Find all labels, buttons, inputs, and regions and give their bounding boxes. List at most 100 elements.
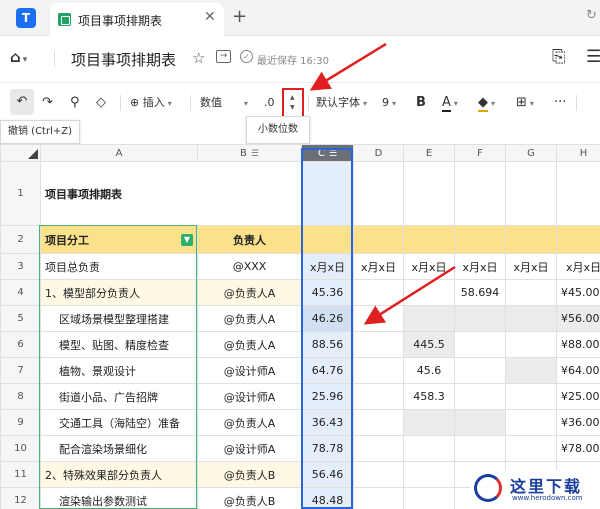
cell-b[interactable]: @负责人A (197, 331, 302, 358)
row-number[interactable]: 12 (0, 487, 41, 509)
close-tab-icon[interactable]: ✕ (204, 9, 216, 25)
decrease-decimal-icon[interactable]: ▼ (290, 104, 295, 111)
column-header-g[interactable]: G (505, 144, 557, 162)
cell-b[interactable]: @负责人A (197, 279, 302, 306)
column-menu-icon[interactable]: ☰ (329, 149, 337, 159)
cell[interactable] (301, 225, 354, 254)
cell[interactable] (353, 383, 404, 410)
font-family-select[interactable]: 默认字体 ▾ (316, 93, 367, 113)
row-number[interactable]: 8 (0, 383, 41, 410)
cell[interactable] (353, 305, 404, 332)
menu-icon[interactable]: ☰ (586, 47, 600, 67)
date-cell[interactable]: x月x日 (505, 253, 557, 280)
cell[interactable] (403, 225, 455, 254)
star-icon[interactable]: ☆ (192, 49, 205, 67)
decimal-places-label[interactable]: .0 (264, 93, 275, 113)
cell[interactable] (403, 409, 455, 436)
cell-b[interactable]: @XXX (197, 253, 302, 280)
cell-a[interactable]: 植物、景观设计 (40, 357, 198, 384)
cell[interactable] (454, 305, 506, 332)
decimal-places-stepper[interactable]: ▲ ▼ (282, 88, 304, 118)
cell[interactable] (556, 161, 600, 226)
text-color-button[interactable]: A ▾ (442, 93, 458, 113)
date-cell[interactable]: x月x日 (454, 253, 506, 280)
cell-c[interactable]: 78.78 (301, 435, 354, 462)
cell-c[interactable]: 48.48 (301, 487, 354, 509)
column-header-b[interactable]: B ☰ (197, 144, 302, 162)
font-size-select[interactable]: 9 ▾ (382, 93, 396, 113)
cell-a[interactable]: 街道小品、广告招牌 (40, 383, 198, 410)
cell-c[interactable]: 25.96 (301, 383, 354, 410)
border-button[interactable]: ⊞ ▾ (516, 93, 534, 113)
column-header-h[interactable]: H (556, 144, 600, 162)
home-button[interactable]: ⌂ ▾ (10, 48, 44, 70)
cell[interactable] (454, 435, 506, 462)
cell-b[interactable]: @设计师A (197, 435, 302, 462)
cell[interactable] (556, 225, 600, 254)
cell[interactable] (403, 435, 455, 462)
cell[interactable] (403, 487, 455, 509)
cell-a[interactable]: 交通工具（海陆空）准备 (40, 409, 198, 436)
cell-h[interactable]: ¥36.00 (556, 409, 600, 436)
cell[interactable] (403, 461, 455, 488)
row-number[interactable]: 11 (0, 461, 41, 488)
cell[interactable] (403, 279, 455, 306)
cell-c[interactable]: 56.46 (301, 461, 354, 488)
sheet-title-cell[interactable]: 项目事项排期表 (40, 161, 302, 226)
cell[interactable] (505, 357, 557, 384)
cell[interactable] (505, 331, 557, 358)
cell[interactable] (353, 487, 404, 509)
fill-color-button[interactable]: ◆ ▾ (478, 93, 495, 113)
cell[interactable] (353, 461, 404, 488)
cell-h[interactable]: ¥78.00 (556, 435, 600, 462)
select-all-corner[interactable] (0, 144, 41, 162)
cell-c[interactable]: 46.26 (301, 305, 354, 332)
cell-b[interactable]: @负责人B (197, 487, 302, 509)
cell-h[interactable]: ¥45.00 (556, 279, 600, 306)
cell[interactable] (353, 409, 404, 436)
cell-b[interactable]: @设计师A (197, 357, 302, 384)
cell[interactable] (353, 161, 404, 226)
cell[interactable] (403, 161, 455, 226)
cell[interactable] (454, 357, 506, 384)
column-menu-icon[interactable]: ☰ (251, 149, 259, 159)
move-to-folder-icon[interactable]: → (216, 50, 231, 63)
cell-a[interactable]: 项目总负责 (40, 253, 198, 280)
cell[interactable] (454, 225, 506, 254)
column-header-e[interactable]: E (403, 144, 455, 162)
column-header-d[interactable]: D (353, 144, 404, 162)
cell-h[interactable]: ¥88.00 (556, 331, 600, 358)
cell[interactable] (454, 409, 506, 436)
row-number[interactable]: 1 (0, 161, 41, 226)
cell[interactable] (505, 161, 557, 226)
row-number[interactable]: 9 (0, 409, 41, 436)
column-header-f[interactable]: F (454, 144, 506, 162)
reload-icon[interactable]: ↻ (586, 8, 597, 23)
cell[interactable] (353, 331, 404, 358)
cell-b[interactable]: @负责人A (197, 409, 302, 436)
cell-a[interactable]: 1、模型部分负责人 (40, 279, 198, 306)
cell-h[interactable]: ¥64.00 (556, 357, 600, 384)
increase-decimal-icon[interactable]: ▲ (290, 94, 295, 101)
spreadsheet-grid[interactable]: A B ☰ C ☰ D E F G H 1 项目事项排期表 2 项目分工 ▼ 负… (0, 144, 600, 509)
cell-e[interactable]: 458.3 (403, 383, 455, 410)
insert-button[interactable]: ⊕ 插入 ▾ (130, 93, 172, 113)
row-number[interactable]: 3 (0, 253, 41, 280)
document-title[interactable]: 项目事项排期表 (71, 49, 176, 70)
cell-a[interactable]: 区域场景模型整理搭建 (40, 305, 198, 332)
new-tab-button[interactable]: + (232, 6, 247, 27)
cell-a[interactable]: 配合渲染场景细化 (40, 435, 198, 462)
row-number[interactable]: 10 (0, 435, 41, 462)
header-cell-b[interactable]: 负责人 (197, 225, 302, 254)
cell-f[interactable]: 58.694 (454, 279, 506, 306)
cell-b[interactable]: @设计师A (197, 383, 302, 410)
cell[interactable] (454, 383, 506, 410)
cell-c[interactable]: 64.76 (301, 357, 354, 384)
app-logo-icon[interactable]: T (16, 8, 36, 28)
cell[interactable] (505, 435, 557, 462)
cell-e[interactable]: 445.5 (403, 331, 455, 358)
row-number[interactable]: 7 (0, 357, 41, 384)
cell[interactable] (505, 409, 557, 436)
cell[interactable] (353, 225, 404, 254)
cell[interactable] (454, 161, 506, 226)
